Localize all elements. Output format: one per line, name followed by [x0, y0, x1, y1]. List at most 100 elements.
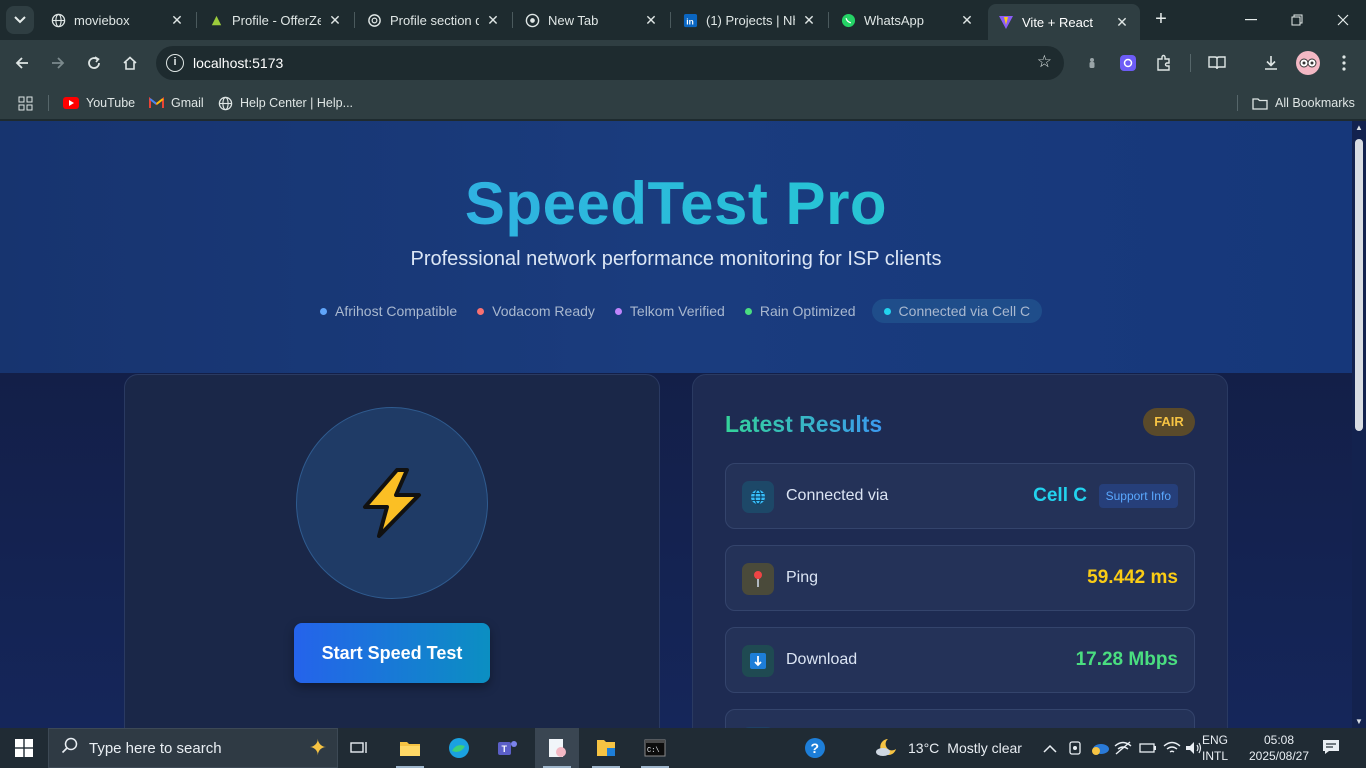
scroll-up-icon[interactable]: ▲ [1354, 123, 1364, 132]
restore-button[interactable] [1274, 0, 1320, 40]
home-button[interactable] [118, 51, 142, 75]
minimize-button[interactable] [1228, 0, 1274, 40]
edge-icon [449, 738, 469, 758]
new-tab-button[interactable]: + [1150, 8, 1172, 30]
bookmark-divider [1237, 95, 1238, 111]
bookmark-youtube[interactable]: YouTube [63, 93, 135, 113]
globe-icon [217, 96, 233, 110]
taskbar-search[interactable]: Type here to search ✦ [48, 728, 338, 768]
edge-button[interactable] [437, 728, 481, 768]
clock[interactable]: 05:08 2025/08/27 [1244, 732, 1314, 764]
rating-badge: FAIR [1143, 408, 1195, 436]
notifications-button[interactable] [1322, 738, 1340, 761]
start-button[interactable] [0, 728, 48, 768]
site-info-icon[interactable]: i [166, 54, 184, 72]
tray-device-icon[interactable] [1068, 728, 1082, 768]
tab-vite-react[interactable]: Vite + React ✕ [988, 4, 1140, 40]
tray-cloud-icon[interactable] [1090, 728, 1110, 768]
clock-time: 05:08 [1263, 733, 1295, 747]
terminal-icon: C:\ [644, 739, 666, 757]
isp-label: Vodacom Ready [492, 303, 595, 319]
scroll-down-icon[interactable]: ▼ [1354, 717, 1364, 726]
download-icon[interactable] [1260, 52, 1282, 74]
show-hidden-icons[interactable] [1043, 728, 1057, 768]
terminal-button[interactable]: C:\ [633, 728, 677, 768]
apps-grid-icon[interactable] [18, 93, 33, 113]
notification-icon [1323, 740, 1339, 754]
close-window-button[interactable] [1320, 0, 1366, 40]
extension-icon[interactable] [1081, 52, 1103, 74]
reading-list-icon[interactable] [1206, 52, 1228, 74]
file-manager-icon [597, 740, 615, 756]
tab-search-button[interactable] [6, 6, 34, 34]
bookmark-star-icon[interactable]: ☆ [1037, 52, 1052, 72]
help-icon[interactable]: ? [804, 728, 826, 768]
chrome-profile-icon [549, 739, 566, 757]
status-dot [320, 307, 327, 315]
folder-icon [400, 742, 420, 756]
reload-button[interactable] [82, 51, 106, 75]
bookmarks-bar: YouTube Gmail Help Center | Help... All … [0, 86, 1366, 120]
status-dot [614, 307, 622, 315]
close-tab-icon[interactable]: ✕ [169, 12, 185, 29]
chrome-profile-button[interactable] [535, 728, 579, 768]
close-icon [1337, 14, 1349, 26]
tab-chatgpt[interactable]: Profile section de ✕ [356, 4, 511, 36]
extension-puzzle-purple-icon[interactable] [1117, 52, 1139, 74]
profile-avatar[interactable] [1296, 51, 1320, 75]
close-tab-icon[interactable]: ✕ [643, 12, 659, 29]
results-title: Latest Results [725, 411, 883, 437]
folder-icon [1252, 96, 1268, 110]
tray-volume-icon[interactable] [1185, 728, 1203, 768]
address-bar[interactable]: i localhost:5173 ☆ [156, 46, 1064, 80]
weather-widget[interactable]: 13°C Mostly clear [874, 728, 1022, 768]
lightning-bolt-icon [363, 468, 421, 538]
tab-moviebox[interactable]: moviebox ✕ [40, 4, 195, 36]
isp-badge-afrihost: Afrihost Compatible [320, 303, 457, 319]
tray-wifi-icon[interactable] [1163, 728, 1181, 768]
url-text[interactable]: localhost:5173 [193, 55, 283, 71]
tab-new-tab[interactable]: New Tab ✕ [514, 4, 669, 36]
windows-logo-icon [15, 739, 33, 757]
close-tab-icon[interactable]: ✕ [327, 12, 343, 29]
close-tab-icon[interactable]: ✕ [801, 12, 817, 29]
all-bookmarks-button[interactable]: All Bookmarks [1252, 93, 1355, 113]
hero-section: SpeedTest Pro Professional network perfo… [0, 121, 1352, 373]
isp-badge-rain: Rain Optimized [744, 303, 856, 319]
tray-battery-icon[interactable] [1139, 728, 1157, 768]
task-view-button[interactable] [338, 728, 382, 768]
page-scrollbar[interactable]: ▲ ▼ [1352, 121, 1366, 728]
back-button[interactable] [10, 51, 34, 75]
file-manager-button[interactable] [584, 728, 628, 768]
tray-network-off-icon[interactable] [1114, 728, 1132, 768]
extensions-icon[interactable] [1153, 52, 1175, 74]
teams-icon: T [498, 741, 517, 755]
close-tab-icon[interactable]: ✕ [485, 12, 501, 29]
language-indicator[interactable]: ENG INTL [1202, 732, 1246, 764]
tab-separator [828, 12, 829, 28]
tab-whatsapp[interactable]: WhatsApp ✕ [830, 4, 985, 36]
windows-taskbar: Type here to search ✦ T C:\ ? 13°C Mostl… [0, 728, 1366, 768]
start-speed-test-button[interactable]: Start Speed Test [294, 623, 490, 683]
close-tab-icon[interactable]: ✕ [959, 12, 975, 29]
file-explorer-button[interactable] [388, 728, 432, 768]
speed-gauge [296, 407, 488, 599]
scrollbar-thumb[interactable] [1355, 139, 1363, 431]
bookmark-gmail[interactable]: Gmail [148, 93, 204, 113]
teams-button[interactable]: T [486, 728, 530, 768]
close-tab-icon[interactable]: ✕ [1114, 14, 1130, 31]
menu-dots-icon[interactable] [1333, 52, 1355, 74]
search-placeholder: Type here to search [89, 739, 222, 757]
metric-upload [725, 709, 1195, 728]
page-viewport: SpeedTest Pro Professional network perfo… [0, 121, 1366, 728]
forward-button[interactable] [46, 51, 70, 75]
tab-title: Vite + React [1022, 14, 1093, 30]
chrome-icon [524, 12, 540, 28]
tab-linkedin[interactable]: in (1) Projects | Nhl ✕ [672, 4, 827, 36]
tab-offerzen[interactable]: Profile - OfferZen ✕ [198, 4, 353, 36]
bookmark-help-center[interactable]: Help Center | Help... [217, 93, 353, 113]
offerzen-icon [208, 12, 224, 28]
support-info-button[interactable]: Support Info [1098, 484, 1178, 508]
svg-text:T: T [502, 744, 508, 754]
metric-connection: Connected via Cell C Support Info [725, 463, 1195, 529]
